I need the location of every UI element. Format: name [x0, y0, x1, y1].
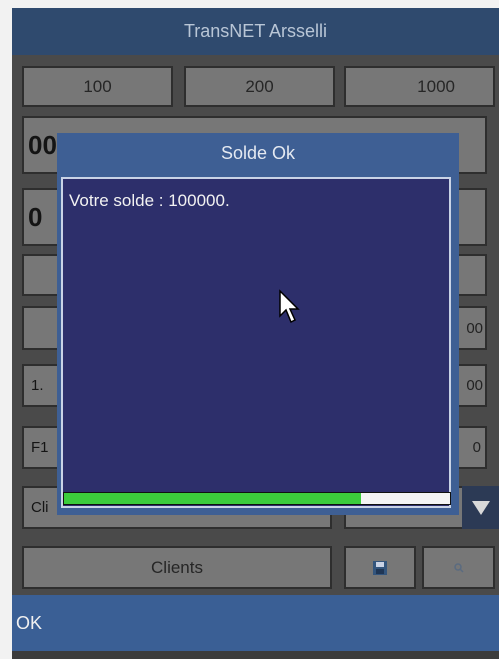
row-value-1: 00	[466, 320, 483, 337]
status-bar: OK	[12, 595, 499, 651]
clients-button[interactable]: Clients	[22, 546, 332, 589]
status-text[interactable]: OK	[16, 613, 42, 633]
client-label: Cli	[31, 499, 49, 516]
progress-bar	[63, 492, 451, 505]
dropdown-arrow-icon[interactable]	[462, 486, 499, 529]
dialog-message: Votre solde : 100000.	[69, 191, 230, 210]
amount-100-button[interactable]: 100	[22, 66, 173, 107]
row-label-1: 1.	[31, 377, 44, 394]
row-value-2: 00	[466, 377, 483, 394]
amount-200-button[interactable]: 200	[184, 66, 335, 107]
floppy-disk-icon	[373, 561, 387, 575]
magnifier-icon	[454, 563, 464, 573]
bottom-strip	[12, 651, 499, 659]
balance-dialog: Solde Ok Votre solde : 100000.	[57, 133, 459, 515]
amount-1000-button[interactable]: 1000	[344, 66, 495, 107]
save-button[interactable]	[344, 546, 416, 589]
dialog-body: Votre solde : 100000.	[61, 177, 451, 508]
row-value-3: 0	[472, 439, 481, 456]
row-label-2: F1	[31, 439, 49, 456]
dialog-title: Solde Ok	[220, 143, 296, 163]
window-title: TransNET Arsselli	[12, 8, 499, 55]
mouse-cursor-icon	[279, 289, 300, 324]
search-button[interactable]	[422, 546, 495, 589]
progress-fill	[64, 493, 362, 504]
amount-field-value: 00	[28, 130, 57, 160]
secondary-field-value: 0	[28, 202, 43, 232]
